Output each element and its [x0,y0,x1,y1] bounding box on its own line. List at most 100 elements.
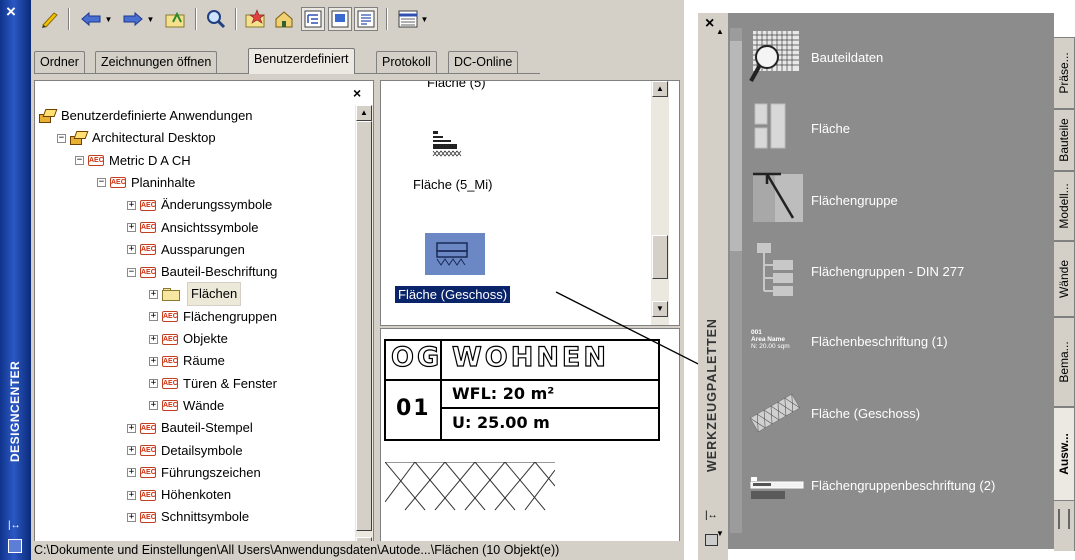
tree-item-label: Planinhalte [131,174,196,190]
icon-text: N: 20.00 sqm [751,343,790,350]
expand-icon[interactable]: + [149,379,158,389]
scroll-up-icon[interactable]: ▲ [652,81,668,97]
palette-tab-praesentation[interactable]: Präse... [1054,37,1075,109]
expand-icon[interactable]: + [127,490,136,500]
search-icon[interactable] [203,6,229,32]
aec-icon: AEC [162,355,178,367]
tree-item[interactable]: + AEC Türen & Fenster [149,373,277,395]
properties-icon[interactable] [8,539,22,553]
tree-item[interactable]: + AEC Schnittsymbole [127,506,249,528]
palette-tab-modell[interactable]: Modell... [1054,171,1075,241]
tree-item[interactable]: − AEC Bauteil-Beschriftung [127,261,277,283]
tool-flaechenbeschriftung-1[interactable]: 001 Area Name N: 20.00 sqm Flächenbeschr… [745,311,948,371]
up-folder-icon[interactable] [163,6,189,32]
tree-item[interactable]: + Flächen [149,282,242,307]
tree-view-toggle-icon[interactable] [301,7,325,31]
expand-icon[interactable]: + [127,200,136,210]
collapse-icon[interactable]: − [75,156,84,166]
scroll-thumb[interactable] [652,235,668,279]
views-icon[interactable]: ▼ [393,6,433,32]
tab-protokoll[interactable]: Protokoll [376,51,437,73]
content-scrollbar[interactable]: ▲ ▼ [651,81,669,325]
area-label-preview: OG WOHNEN 01 WFL: 20 m² U: 25.00 m [384,339,660,441]
expand-icon[interactable]: + [127,423,136,433]
preview-toggle-icon[interactable] [328,7,352,31]
aec-icon: AEC [140,445,156,456]
collapse-icon[interactable]: − [97,178,106,188]
forward-icon[interactable]: ▼ [118,6,158,32]
tool-palette-titlebar[interactable]: × ▲ WERKZEUGPALETTEN |↔ ▼ [698,13,728,560]
tool-flaechengruppen-din-277[interactable]: Flächengruppen - DIN 277 [745,241,964,301]
load-icon[interactable] [37,6,63,32]
content-item-flaeche-5[interactable]: Fläche (5) [427,81,486,90]
tree-close-icon[interactable]: × [353,85,361,101]
tree-item[interactable]: − AEC Planinhalte [97,172,195,194]
tab-zeichnungen-oeffnen[interactable]: Zeichnungen öffnen [95,51,218,73]
content-item-flaeche-5-mi[interactable]: Fläche (5_Mi) [413,177,492,192]
tree-item[interactable]: − Architectural Desktop [57,127,216,149]
tool-bauteildaten[interactable]: Bauteildaten [745,27,883,87]
tool-flaeche-geschoss[interactable]: Fläche (Geschoss) [745,383,920,443]
tab-benutzerdefiniert[interactable]: Benutzerdefiniert [248,48,355,74]
tab-dc-online[interactable]: DC-Online [448,51,519,73]
autohide-icon[interactable]: |↔ [8,520,21,531]
tree-item[interactable]: Benutzerdefinierte Anwendungen [39,105,253,127]
tree-item-label: Flächengruppen [183,308,277,324]
tree-item[interactable]: + AEC Führungszeichen [127,462,261,484]
scroll-thumb[interactable] [356,121,372,531]
tree-item[interactable]: + AEC Aussparungen [127,239,245,261]
expand-icon[interactable]: + [149,334,158,344]
block-thumbnail-icon[interactable] [431,129,465,163]
tree-item[interactable]: + AEC Detailsymbole [127,440,243,462]
favorites-icon[interactable] [243,6,269,32]
selected-block-thumbnail-icon[interactable] [425,233,485,275]
collapse-icon[interactable]: − [57,133,66,143]
designcenter-close-icon[interactable]: × [6,2,16,22]
expand-icon[interactable]: + [149,312,158,322]
tree-item[interactable]: − AEC Metric D A CH [75,150,191,172]
palette-tab-auswertung[interactable]: Ausw... [1054,407,1075,501]
palette-scroll-up-icon[interactable]: ▲ [716,27,724,36]
tree-item[interactable]: + AEC Änderungssymbole [127,194,272,216]
tree-item[interactable]: + AEC Höhenkoten [127,484,231,506]
tree-item[interactable]: + AEC Räume [149,350,225,372]
tool-flaechengruppenbeschriftung-2[interactable]: Flächengruppenbeschriftung (2) [745,455,995,515]
back-icon[interactable]: ▼ [76,6,116,32]
description-toggle-icon[interactable] [354,7,378,31]
expand-icon[interactable]: + [127,446,136,455]
tree-item[interactable]: + AEC Ansichtssymbole [127,217,259,239]
expand-icon[interactable]: + [127,468,136,478]
properties-icon[interactable] [705,534,718,546]
palette-scroll-thumb[interactable] [730,41,742,251]
palette-tab-bauteile[interactable]: Bauteile [1054,109,1075,171]
tool-flaechengruppe[interactable]: Flächengruppe [745,170,898,230]
expand-icon[interactable]: + [127,245,136,255]
tab-ordner[interactable]: Ordner [34,51,85,73]
expand-icon[interactable]: + [149,289,158,299]
palette-tab-waende[interactable]: Wände [1054,241,1075,317]
designcenter-titlebar[interactable]: × DESIGNCENTER |↔ [0,0,31,560]
tree-item-label: Benutzerdefinierte Anwendungen [61,108,253,123]
tree-item[interactable]: + AEC Flächengruppen [149,306,277,328]
collapse-icon[interactable]: − [127,267,136,277]
expand-icon[interactable]: + [127,223,136,232]
tool-palette-close-icon[interactable]: × [705,15,714,33]
expand-icon[interactable]: + [149,401,158,411]
tree-item[interactable]: + AEC Objekte [149,328,228,350]
og-text: OG [390,341,443,373]
palette-tab-grip[interactable] [1054,501,1075,551]
tool-flaeche[interactable]: Fläche [745,98,850,158]
tree-item[interactable]: + AEC Wände [149,395,224,417]
aec-icon: AEC [88,155,104,167]
home-icon[interactable] [271,6,297,32]
expand-icon[interactable]: + [127,512,136,522]
tree-scrollbar[interactable]: ▲ ▼ [355,105,373,554]
palette-tab-bemassung[interactable]: Bema... [1054,317,1075,407]
content-item-flaeche-geschoss[interactable]: Fläche (Geschoss) [395,286,511,303]
scroll-up-icon[interactable]: ▲ [356,105,372,121]
scroll-down-icon[interactable]: ▼ [652,301,668,317]
autohide-icon[interactable]: |↔ [705,510,718,521]
tree-item[interactable]: + AEC Bauteil-Stempel [127,417,253,439]
tree-item-label: Änderungssymbole [161,197,273,213]
expand-icon[interactable]: + [149,356,158,366]
